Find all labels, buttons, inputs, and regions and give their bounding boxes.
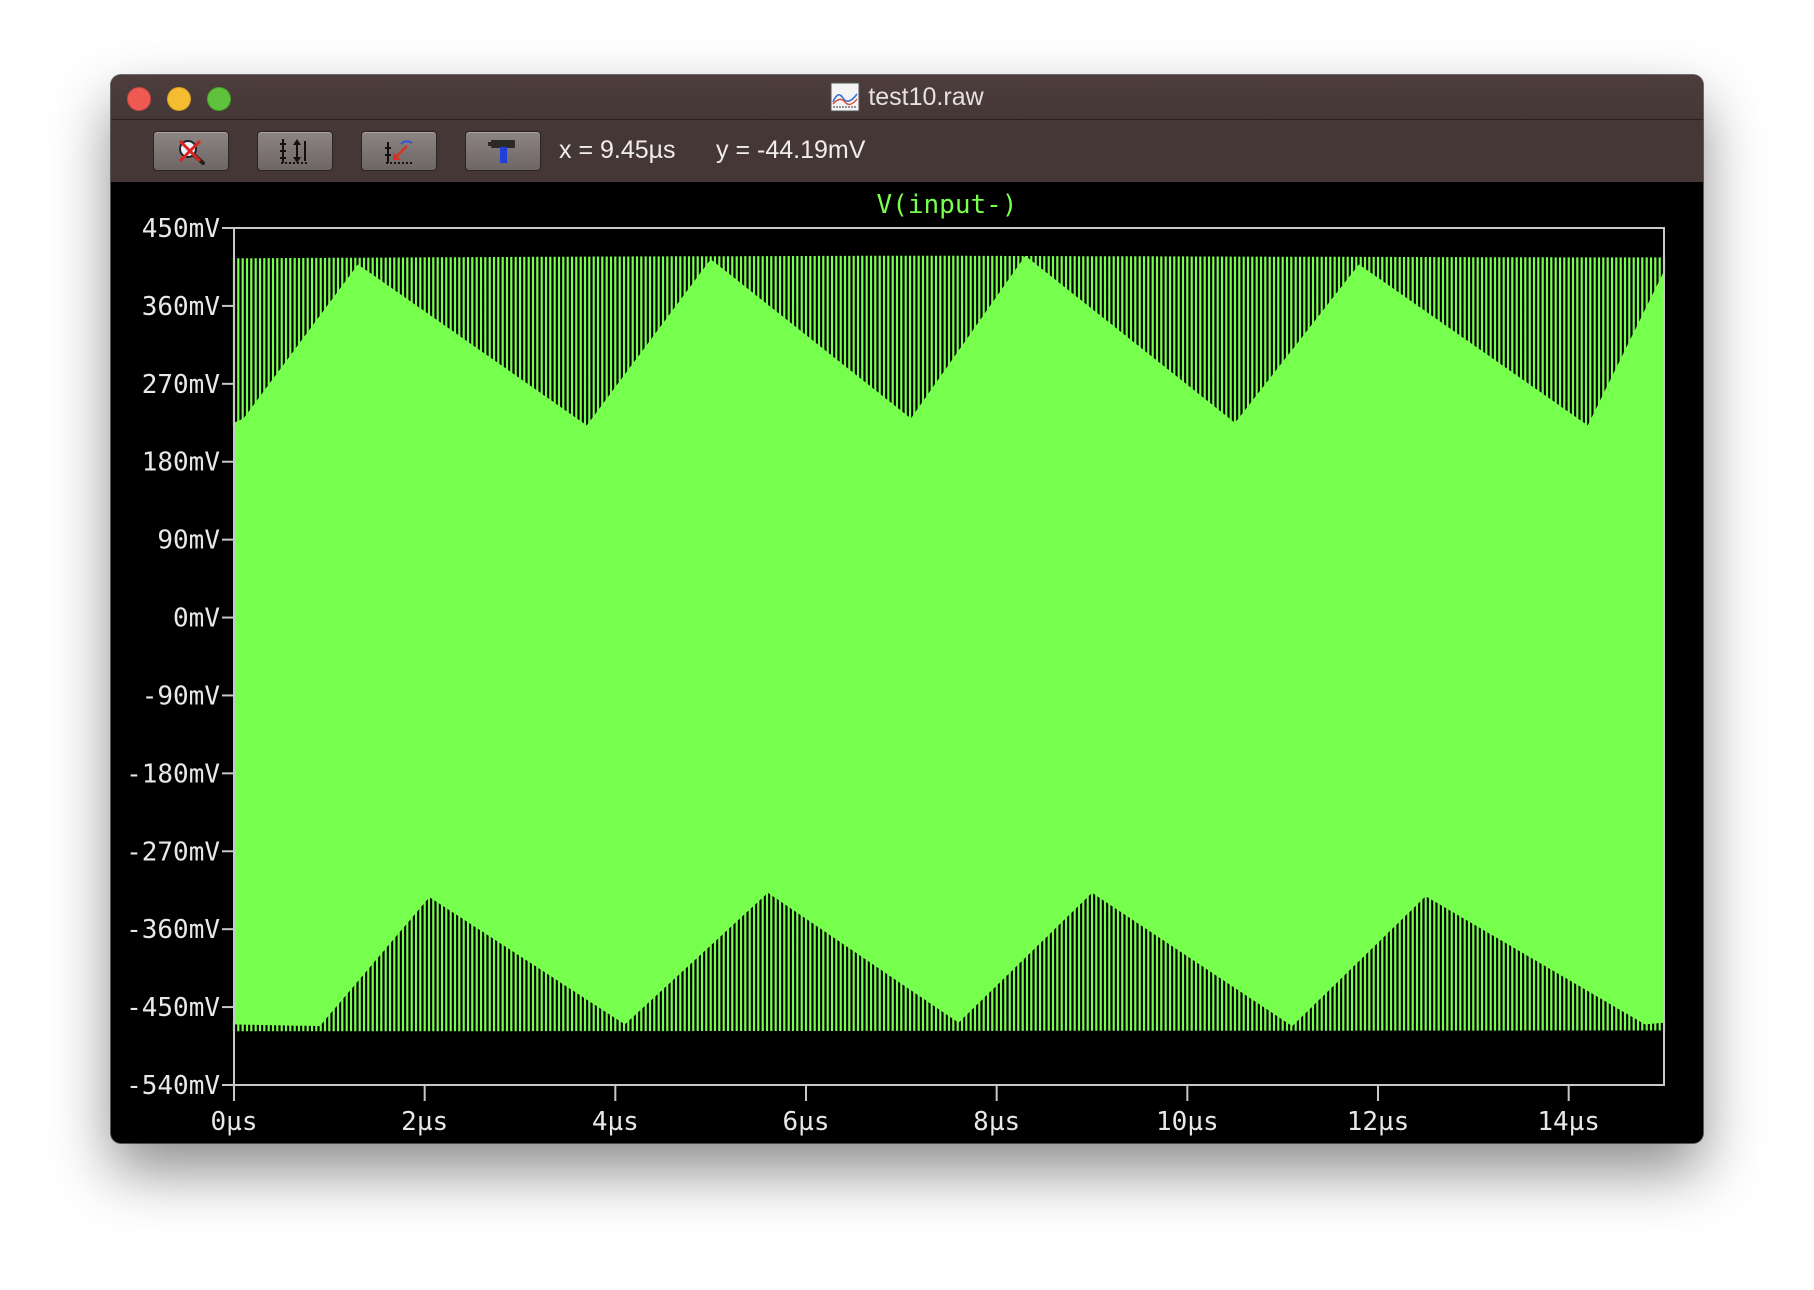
y-tick-label: 0mV (173, 604, 220, 634)
toolbar: x = 9.45µs y = -44.19mV (111, 120, 1703, 182)
zoom-back-icon (385, 140, 413, 164)
window-title: test10.raw (111, 75, 1703, 119)
magnifier-cancel-icon (178, 139, 205, 165)
window-title-text: test10.raw (868, 82, 984, 111)
x-tick-label: 8µs (973, 1107, 1020, 1137)
trace-layer (232, 255, 1666, 1032)
y-tick-label: 90mV (157, 526, 220, 556)
x-tick-label: 0µs (211, 1107, 258, 1137)
y-tick-label: -180mV (126, 759, 220, 789)
zoom-cancel-button[interactable] (153, 131, 229, 171)
y-tick-label: 270mV (142, 370, 220, 400)
x-axis[interactable]: 0µs 2µs 4µs 6µs 8µs 10µs 12µs 14µs (211, 1085, 1600, 1137)
settings-button[interactable] (465, 131, 541, 171)
autorange-y-icon (280, 139, 309, 164)
x-tick-label: 6µs (783, 1107, 830, 1137)
x-tick-label: 2µs (401, 1107, 448, 1137)
plot-window: test10.raw x = 9.45µs y = -44.19mV V(inp… (111, 75, 1703, 1143)
zoom-back-button[interactable] (361, 131, 437, 171)
y-tick-label: -90mV (142, 681, 220, 711)
waveform-document-icon (830, 82, 860, 112)
trace-fill (234, 255, 1664, 1027)
y-tick-label: -450mV (126, 993, 220, 1023)
y-tick-label: -270mV (126, 837, 220, 867)
hammer-icon (488, 140, 515, 163)
y-tick-label: -360mV (126, 915, 220, 945)
y-tick-label: -540mV (126, 1071, 220, 1101)
cursor-x-readout: x = 9.45µs (559, 136, 676, 164)
x-tick-label: 4µs (592, 1107, 639, 1137)
plot-area[interactable]: V(input-) 450mV 360mV 270mV 180mV 90mV 0mV -90… (111, 183, 1703, 1143)
x-tick-label: 10µs (1156, 1107, 1219, 1137)
y-tick-label: 360mV (142, 292, 220, 322)
title-bar[interactable]: test10.raw (111, 75, 1703, 120)
x-tick-label: 12µs (1347, 1107, 1410, 1137)
autorange-y-button[interactable] (257, 131, 333, 171)
cursor-y-readout: y = -44.19mV (716, 136, 866, 164)
y-tick-label: 450mV (142, 214, 220, 244)
y-axis[interactable]: 450mV 360mV 270mV 180mV 90mV 0mV -90mV -180mV -2… (126, 214, 234, 1101)
y-tick-label: 180mV (142, 448, 220, 478)
trace-title[interactable]: V(input-) (877, 190, 1018, 220)
x-tick-label: 14µs (1537, 1107, 1600, 1137)
waveform-plot[interactable]: V(input-) 450mV 360mV 270mV 180mV 90mV 0mV -90… (111, 183, 1703, 1143)
